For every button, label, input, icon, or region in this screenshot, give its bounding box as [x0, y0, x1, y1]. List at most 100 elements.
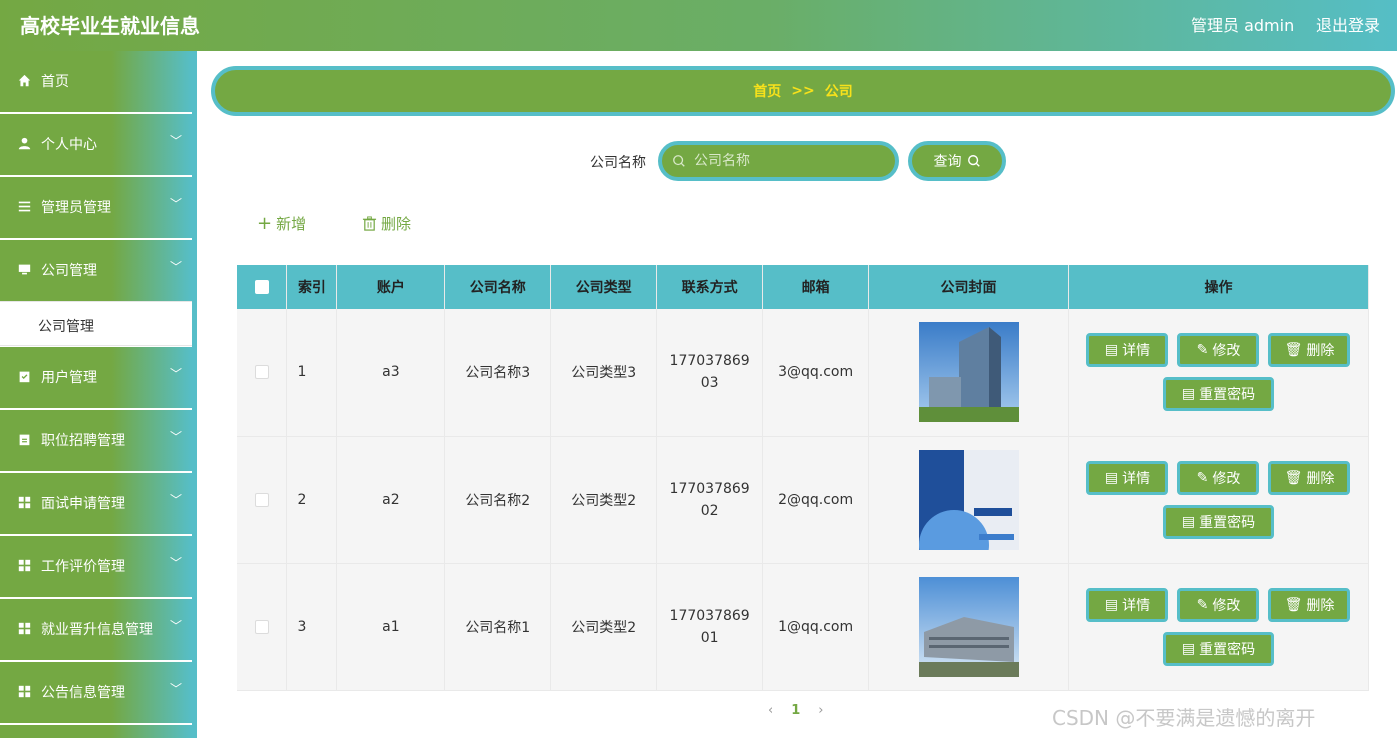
row-select-cell — [237, 309, 288, 437]
reset-password-button[interactable]: ▤ 重置密码 — [1162, 631, 1275, 666]
sidebar-item-personal-center[interactable]: 个人中心 ﹀ — [0, 114, 192, 175]
edit-button[interactable]: ✎ 修改 — [1177, 460, 1260, 495]
sidebar-item-promotion-info[interactable]: 就业晋升信息管理 ﹀ — [0, 599, 192, 660]
sidebar-item-work-evaluation[interactable]: 工作评价管理 ﹀ — [0, 536, 192, 597]
company-cover-image[interactable] — [918, 576, 1019, 677]
detail-label: 详情 — [1122, 597, 1151, 614]
cell-index: 1 — [286, 309, 338, 437]
contact-value: 17703786901 — [669, 607, 750, 646]
prev-page-icon[interactable]: ‹ — [768, 703, 773, 718]
select-all-checkbox[interactable] — [254, 280, 269, 294]
add-button[interactable]: + 新增 — [257, 213, 306, 234]
row-select-cell — [237, 563, 288, 691]
sidebar-item-interview-application[interactable]: 面试申请管理 ﹀ — [0, 473, 192, 534]
company-cover-image[interactable] — [918, 449, 1019, 550]
document-icon: ▤ — [1181, 386, 1196, 403]
cell-index: 2 — [286, 436, 338, 564]
edit-label: 修改 — [1212, 470, 1241, 487]
search-input[interactable] — [694, 150, 884, 172]
grid-icon — [17, 495, 31, 509]
sidebar-item-label: 个人中心 — [41, 137, 97, 153]
row-select-cell — [237, 436, 288, 564]
cell-company-name: 公司名称2 — [444, 436, 552, 564]
sidebar-item-label: 公告信息管理 — [41, 685, 125, 701]
trash-icon: 🗑 — [1284, 469, 1303, 486]
sidebar-item-label: 管理员管理 — [41, 200, 111, 216]
row-delete-button[interactable]: 🗑 删除 — [1268, 333, 1351, 368]
edit-label: 修改 — [1212, 597, 1241, 614]
company-cover-image[interactable] — [918, 322, 1019, 423]
sidebar-item-announcement[interactable]: 公告信息管理 ﹀ — [0, 662, 192, 723]
sidebar-subitem-company-management[interactable]: 公司管理 — [0, 301, 194, 346]
row-checkbox[interactable] — [254, 492, 269, 507]
cell-operations: ▤ 详情 ✎ 修改 🗑 删除 ▤ 重置密码 — [1068, 309, 1370, 437]
page-number[interactable]: 1 — [791, 703, 800, 718]
home-icon — [17, 73, 31, 87]
sidebar-item-label: 面试申请管理 — [41, 496, 125, 512]
search-field[interactable] — [658, 141, 899, 181]
delete-label: 删除 — [1306, 470, 1335, 487]
cell-company-name: 公司名称1 — [444, 563, 552, 691]
clipboard-check-icon — [17, 369, 31, 383]
next-page-icon[interactable]: › — [818, 703, 823, 718]
row-delete-button[interactable]: 🗑 删除 — [1268, 587, 1351, 622]
chevron-down-icon: ﹀ — [170, 493, 183, 507]
grid-icon — [17, 558, 31, 572]
query-button[interactable]: 查询 — [908, 141, 1006, 181]
contact-value: 17703786903 — [669, 353, 750, 392]
top-bar: 高校毕业生就业信息 管理员 admin 退出登录 — [0, 0, 1397, 51]
edit-button[interactable]: ✎ 修改 — [1177, 587, 1260, 622]
sidebar-item-admin-management[interactable]: 管理员管理 ﹀ — [0, 177, 192, 238]
list-icon — [17, 199, 31, 213]
column-header-account: 账户 — [336, 265, 446, 309]
sidebar-item-label: 公司管理 — [41, 263, 97, 279]
row-checkbox[interactable] — [254, 365, 269, 380]
sidebar-item-user-management[interactable]: 用户管理 ﹀ — [0, 347, 192, 408]
chevron-down-icon: ﹀ — [170, 260, 183, 274]
detail-button[interactable]: ▤ 详情 — [1086, 460, 1169, 495]
logout-link[interactable]: 退出登录 — [1316, 12, 1380, 36]
breadcrumb-home[interactable]: 首页 — [753, 81, 781, 101]
sidebar-item-label: 职位招聘管理 — [41, 433, 125, 449]
document-icon: ▤ — [1104, 342, 1119, 359]
cell-operations: ▤ 详情 ✎ 修改 🗑 删除 ▤ 重置密码 — [1068, 436, 1370, 564]
column-header-email: 邮箱 — [762, 265, 870, 309]
column-header-operations: 操作 — [1068, 265, 1370, 309]
column-header-company-type: 公司类型 — [550, 265, 658, 309]
sidebar-item-job-recruitment[interactable]: 职位招聘管理 ﹀ — [0, 410, 192, 471]
reset-password-button[interactable]: ▤ 重置密码 — [1162, 504, 1275, 539]
edit-button[interactable]: ✎ 修改 — [1177, 333, 1260, 368]
chevron-down-icon: ﹀ — [170, 682, 183, 696]
detail-button[interactable]: ▤ 详情 — [1086, 587, 1169, 622]
reset-password-label: 重置密码 — [1199, 641, 1256, 658]
row-delete-button[interactable]: 🗑 删除 — [1268, 460, 1351, 495]
chevron-down-icon: ﹀ — [170, 367, 183, 381]
table-row: 3 a1 公司名称1 公司类型2 17703786901 1@qq.com ▤ 详… — [237, 563, 1370, 691]
contact-value: 17703786902 — [669, 480, 750, 519]
reset-password-label: 重置密码 — [1199, 514, 1256, 531]
column-header-contact: 联系方式 — [656, 265, 764, 309]
chevron-down-icon: ﹀ — [170, 556, 183, 570]
cell-cover — [868, 436, 1069, 564]
sidebar-item-company-management[interactable]: 公司管理 ﹀ — [0, 240, 192, 301]
reset-password-button[interactable]: ▤ 重置密码 — [1162, 377, 1275, 412]
select-all-header — [237, 265, 288, 309]
cell-operations: ▤ 详情 ✎ 修改 🗑 删除 ▤ 重置密码 — [1068, 563, 1370, 691]
delete-button[interactable]: 删除 — [362, 213, 411, 234]
add-button-label: 新增 — [276, 215, 307, 233]
sidebar-edge — [192, 51, 197, 738]
cell-contact: 17703786902 — [656, 436, 764, 564]
pencil-icon: ✎ — [1196, 469, 1209, 486]
cell-company-type: 公司类型2 — [550, 436, 658, 564]
cell-company-type: 公司类型2 — [550, 563, 658, 691]
edit-label: 修改 — [1212, 343, 1241, 360]
breadcrumb: 首页 >> 公司 — [211, 66, 1395, 116]
column-header-cover: 公司封面 — [868, 265, 1069, 309]
document-icon: ▤ — [1104, 596, 1119, 613]
app-title: 高校毕业生就业信息 — [20, 14, 200, 38]
sidebar-item-home[interactable]: 首页 — [0, 51, 192, 112]
row-checkbox[interactable] — [254, 619, 269, 634]
watermark: CSDN @不要满是遗憾的离开 — [1052, 706, 1316, 730]
detail-label: 详情 — [1122, 470, 1151, 487]
detail-button[interactable]: ▤ 详情 — [1086, 333, 1169, 368]
